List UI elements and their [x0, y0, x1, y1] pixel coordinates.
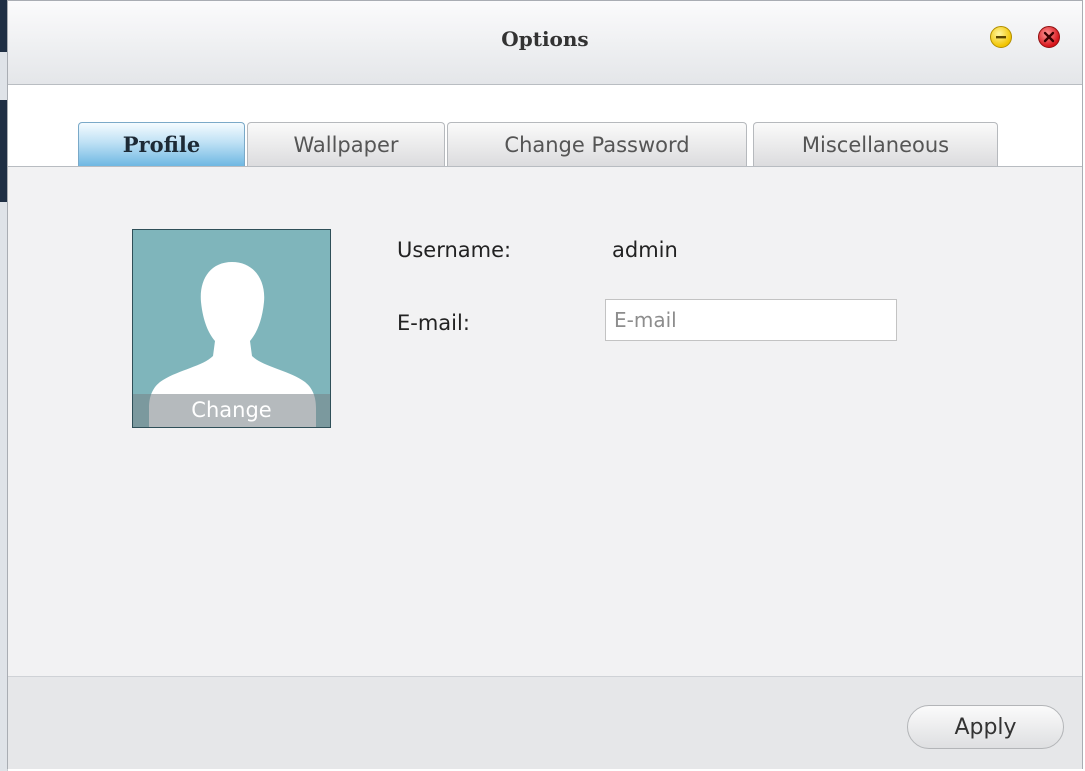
close-icon — [1043, 31, 1055, 43]
tab-divider — [8, 166, 1082, 167]
minimize-icon — [996, 36, 1006, 39]
window-title: Options — [501, 27, 589, 51]
tab-profile[interactable]: Profile — [78, 122, 245, 166]
apply-button[interactable]: Apply — [907, 705, 1064, 749]
username-label: Username: — [397, 238, 512, 262]
options-window: Options Profile Wallpaper Change Passwor… — [7, 0, 1083, 769]
username-value: admin — [612, 238, 678, 262]
email-label: E-mail: — [397, 311, 470, 335]
avatar-change-button[interactable]: Change — [133, 394, 330, 427]
tab-change-password[interactable]: Change Password — [447, 122, 747, 166]
minimize-button[interactable] — [990, 26, 1012, 48]
title-bar[interactable]: Options — [8, 1, 1082, 85]
tab-wallpaper[interactable]: Wallpaper — [247, 122, 445, 166]
close-button[interactable] — [1038, 26, 1060, 48]
desktop-edge-mark — [0, 150, 7, 202]
tab-miscellaneous[interactable]: Miscellaneous — [753, 122, 998, 166]
profile-avatar[interactable]: Change — [132, 229, 331, 428]
desktop-edge-mark — [0, 0, 7, 52]
desktop-edge-mark — [0, 100, 7, 152]
email-input[interactable] — [605, 299, 897, 341]
